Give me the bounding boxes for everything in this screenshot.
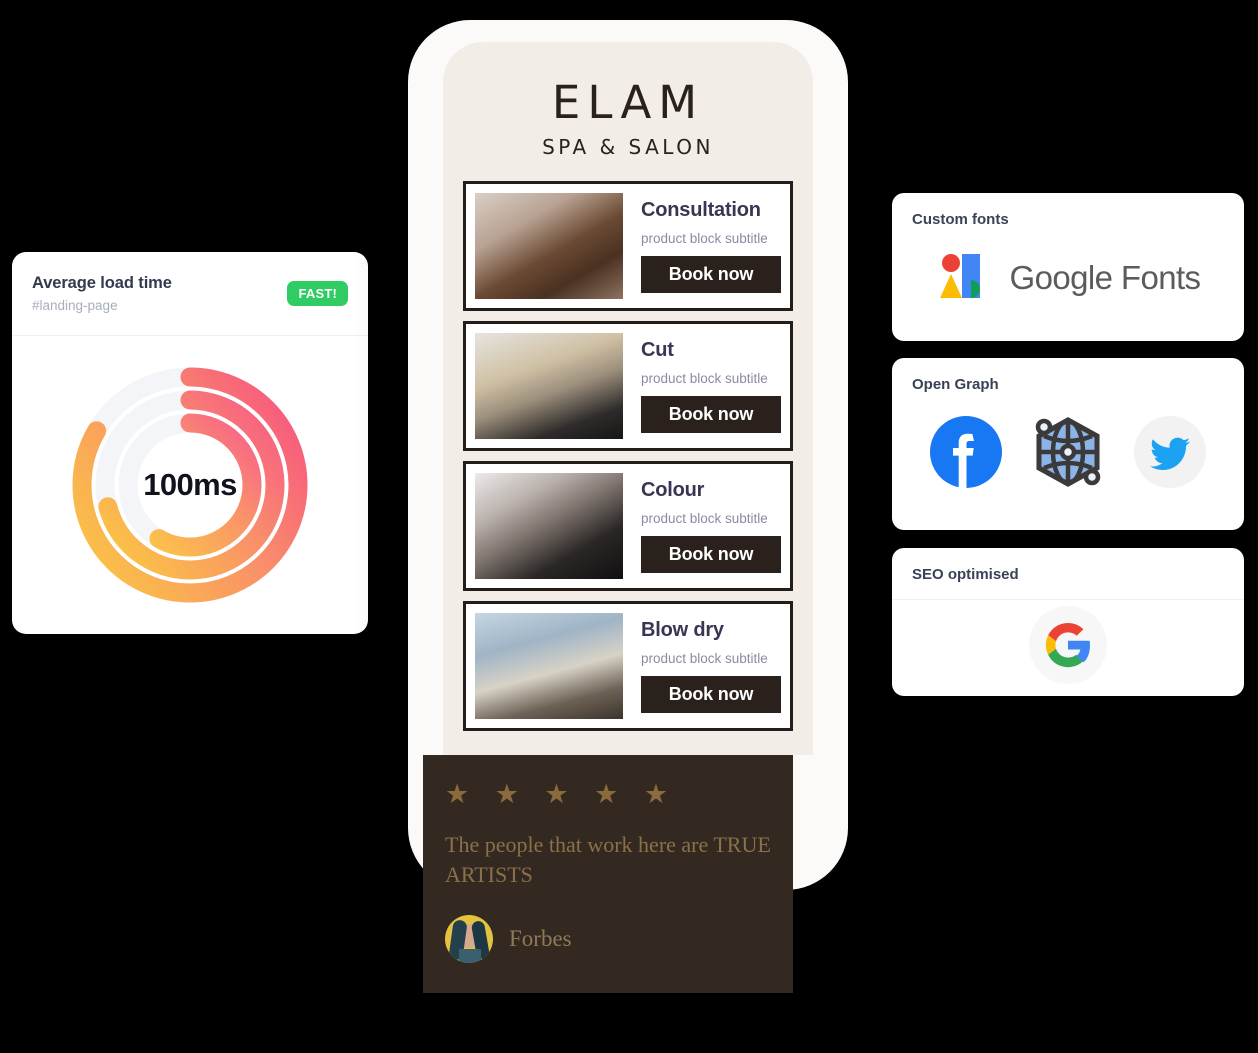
testimonial-author: Forbes xyxy=(509,926,572,952)
status-badge: FAST! xyxy=(287,281,348,306)
avatar xyxy=(445,915,493,964)
product-title: Consultation xyxy=(641,199,761,221)
product-image xyxy=(475,613,623,719)
card-header: Average load time #landing-page FAST! xyxy=(12,252,368,336)
brand-name: ELAM xyxy=(551,76,705,129)
product-title: Blow dry xyxy=(641,619,724,641)
testimonial-quote: The people that work here are TRUE ARTIS… xyxy=(445,832,771,887)
book-now-button[interactable]: Book now xyxy=(641,536,781,573)
phone-mockup: ELAM SPA & SALON Consultation product bl… xyxy=(408,20,848,994)
social-icons-row xyxy=(892,410,1244,499)
product-image xyxy=(475,333,623,439)
testimonial-block: ★ ★ ★ ★ ★ The people that work here are … xyxy=(423,755,793,994)
google-g-logo xyxy=(1029,606,1107,689)
testimonial-author-row: Forbes xyxy=(445,915,771,964)
seo-optimised-card: SEO optimised xyxy=(892,548,1244,696)
load-time-value: 100ms xyxy=(143,467,237,502)
page-title: Average load time xyxy=(32,274,172,292)
product-subtitle: product block subtitle xyxy=(641,371,768,386)
card-body xyxy=(892,600,1244,695)
product-body: Blow dry product block subtitle Book now xyxy=(623,619,781,713)
product-block-consultation[interactable]: Consultation product block subtitle Book… xyxy=(463,181,793,311)
product-title: Cut xyxy=(641,339,674,361)
book-now-button[interactable]: Book now xyxy=(641,256,781,293)
card-title: Custom fonts xyxy=(912,211,1009,228)
product-subtitle: product block subtitle xyxy=(641,231,768,246)
open-graph-card: Open Graph xyxy=(892,358,1244,530)
card-title: SEO optimised xyxy=(892,548,1244,600)
twitter-icon xyxy=(1134,415,1206,493)
product-body: Consultation product block subtitle Book… xyxy=(623,199,781,293)
card-header-text: Average load time #landing-page xyxy=(32,274,287,313)
average-load-time-card: Average load time #landing-page FAST! 10… xyxy=(12,252,368,634)
product-body: Cut product block subtitle Book now xyxy=(623,339,781,433)
product-block-blow-dry[interactable]: Blow dry product block subtitle Book now xyxy=(463,601,793,731)
card-title: Open Graph xyxy=(912,376,999,393)
star-rating-icon: ★ ★ ★ ★ ★ xyxy=(445,779,678,809)
card-body xyxy=(892,393,1244,515)
product-image xyxy=(475,193,623,299)
product-title: Colour xyxy=(641,479,705,501)
google-fonts-logo xyxy=(936,248,992,309)
brand-logo: ELAM SPA & SALON xyxy=(443,66,813,181)
product-subtitle: product block subtitle xyxy=(641,511,768,526)
custom-fonts-card: Custom fonts Google Fonts xyxy=(892,193,1244,341)
product-image xyxy=(475,473,623,579)
google-fonts-wordmark: Google Fonts xyxy=(1009,259,1202,296)
product-body: Colour product block subtitle Book now xyxy=(623,479,781,573)
card-body: Google Fonts xyxy=(892,228,1244,328)
product-subtitle: product block subtitle xyxy=(641,651,768,666)
book-now-button[interactable]: Book now xyxy=(641,396,781,433)
facebook-icon xyxy=(930,415,1002,493)
phone-screen: ELAM SPA & SALON Consultation product bl… xyxy=(423,42,813,994)
open-graph-icon xyxy=(1026,410,1110,499)
product-block-cut[interactable]: Cut product block subtitle Book now xyxy=(463,321,793,451)
load-time-donut-chart: 100ms xyxy=(12,336,368,634)
card-subtitle: #landing-page xyxy=(32,298,118,313)
book-now-button[interactable]: Book now xyxy=(641,676,781,713)
product-block-colour[interactable]: Colour product block subtitle Book now xyxy=(463,461,793,591)
brand-tagline: SPA & SALON xyxy=(542,135,714,159)
